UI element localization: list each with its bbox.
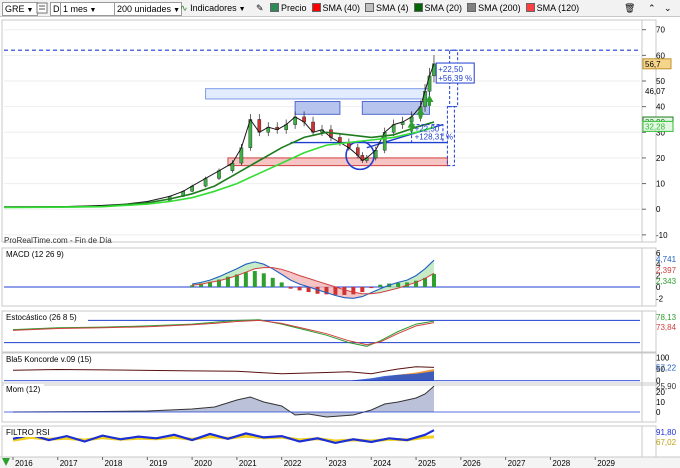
indicator-value-label: 78,13 — [656, 313, 677, 322]
y-tick-label: 20 — [656, 154, 665, 163]
x-tick-label: 2028 — [552, 459, 570, 468]
x-tick-label: 2029 — [597, 459, 615, 468]
koncorde-blue-area — [13, 371, 434, 381]
macd-histogram-bar — [243, 272, 248, 287]
series-line-sma-40- — [3, 126, 435, 209]
indicator-value-label: 67,02 — [656, 438, 677, 447]
projection-percent: +128,31 % — [415, 133, 453, 142]
x-tick-label: 2019 — [149, 459, 167, 468]
panel-frame-price — [1, 19, 657, 243]
panel-title: FILTRO RSI — [6, 428, 49, 437]
y-tick-label: 70 — [656, 26, 665, 35]
panel-title: MACD (12 26 9) — [6, 250, 64, 259]
up-arrow-stem — [410, 127, 414, 132]
up-arrow-stem — [419, 114, 423, 119]
x-tick-label: 2027 — [508, 459, 526, 468]
range-box-top — [205, 88, 430, 100]
y-tick-label: 100 — [656, 353, 670, 362]
filtro-rsi-blue-line — [12, 429, 435, 445]
y-tick-label: -2 — [656, 294, 664, 303]
indicator-value-label: 4,741 — [656, 255, 677, 264]
macd-histogram-bar — [342, 286, 347, 295]
y-tick-label: 10 — [656, 398, 665, 407]
indicator-value-label: 2,343 — [656, 277, 677, 286]
indicator-value-label: 91,80 — [656, 428, 677, 437]
x-tick-label: 2021 — [239, 459, 257, 468]
y-tick-label: 10 — [656, 180, 665, 189]
x-tick-label: 2023 — [328, 459, 346, 468]
panel-frame-stochastic — [1, 310, 657, 353]
projection-percent: +56,39 % — [438, 74, 472, 83]
indicator-value-label: 73,84 — [656, 323, 677, 332]
ma-tag-label: 32,28 — [645, 122, 666, 131]
koncorde-line — [12, 366, 435, 375]
x-tick-label: 2022 — [284, 459, 302, 468]
indicator-value-label: 2,397 — [656, 266, 677, 275]
macd-histogram-bar — [378, 284, 383, 287]
macd-histogram-bar — [297, 286, 302, 291]
range-box — [294, 101, 341, 115]
chart-canvas: 706050403020100-10+22,50+56,39 %+22,50+1… — [0, 19, 680, 468]
source-credit: ProRealTime.com - Fin de Día — [4, 236, 112, 245]
y-tick-label: 0 — [656, 408, 661, 417]
macd-histogram-bar — [369, 286, 374, 289]
macd-histogram-bar — [351, 286, 356, 295]
y-tick-label: 40 — [656, 103, 665, 112]
macd-histogram-bar — [360, 286, 365, 293]
indicator-value-label: 25,90 — [656, 382, 677, 391]
macd-histogram-bar — [333, 286, 338, 295]
up-arrow-stem — [427, 101, 431, 106]
macd-histogram-bar — [270, 277, 275, 287]
price-tag-label: 56,7 — [645, 60, 661, 69]
macd-histogram-bar — [288, 286, 293, 289]
x-tick-label: 2024 — [373, 459, 391, 468]
macd-histogram-bar — [431, 273, 436, 287]
macd-histogram-bar — [252, 271, 257, 287]
stochastic-d-line — [12, 319, 435, 346]
level-label: 46,07 — [645, 87, 666, 96]
x-tick-label: 2018 — [105, 459, 123, 468]
candle-body — [203, 178, 208, 187]
macd-histogram-bar — [279, 282, 284, 287]
indicator-value-label: 57,22 — [656, 363, 677, 372]
panel-frame-macd — [1, 247, 657, 307]
x-tick-label: 2025 — [418, 459, 436, 468]
panel-title: Bla5 Koncorde v.09 (15) — [6, 355, 92, 364]
macd-histogram-bar — [261, 273, 266, 287]
y-tick-label: -10 — [656, 231, 668, 240]
x-tick-label: 2020 — [194, 459, 212, 468]
y-tick-label: 50 — [656, 77, 665, 86]
panel-title: Mom (12) — [6, 385, 41, 394]
panel-title: Estocástico (26 8 5) — [6, 313, 77, 322]
macd-histogram-bar — [396, 282, 401, 287]
series-line-precio — [4, 63, 435, 208]
x-tick-label: 2017 — [60, 459, 78, 468]
projection-value: +22,50 — [438, 65, 463, 74]
y-tick-label: 0 — [656, 205, 661, 214]
x-tick-label: 2026 — [463, 459, 481, 468]
x-tick-label: 2016 — [15, 459, 33, 468]
